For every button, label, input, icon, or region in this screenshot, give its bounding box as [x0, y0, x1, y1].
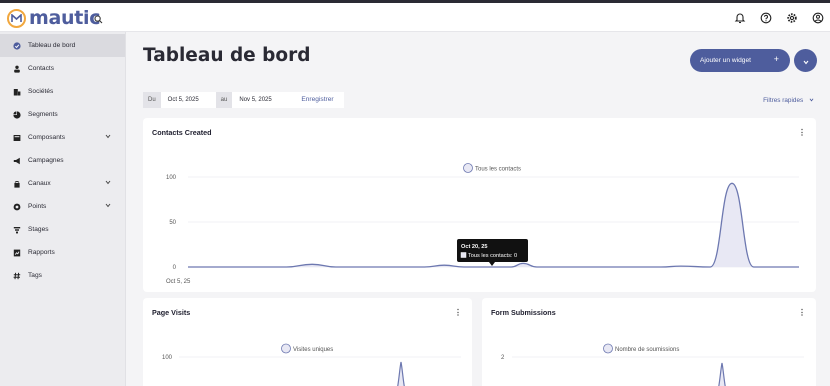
plus-icon: + — [773, 54, 779, 64]
search-icon[interactable] — [94, 11, 103, 29]
sidebar-item-label: Tags — [28, 272, 42, 279]
megaphone-icon — [12, 156, 21, 165]
legend-swatch — [603, 343, 613, 354]
date-range-filter: Du Oct 5, 2025 au Nov 5, 2025 Enregistre… — [143, 92, 344, 108]
legend-label: Visites uniques — [293, 347, 333, 353]
chevron-down-icon — [803, 52, 809, 70]
dashboard-icon — [12, 41, 21, 50]
y-tick-label: 100 — [162, 355, 173, 361]
sidebar: Tableau de bord Contacts Sociétés Segmen… — [0, 32, 126, 386]
y-tick-label: 100 — [166, 175, 177, 181]
sidebar-item-label: Points — [28, 203, 47, 210]
sidebar-item-label: Sociétés — [28, 88, 54, 95]
sidebar-item-label: Composants — [28, 134, 66, 141]
app-name: mautic — [29, 7, 101, 29]
sidebar-item-campaigns[interactable]: Campagnes — [0, 149, 125, 172]
sidebar-item-contacts[interactable]: Contacts — [0, 57, 125, 80]
quick-filters-toggle[interactable]: Filtres rapides — [763, 97, 814, 104]
tooltip-value: Tous les contacts: 0 — [468, 253, 517, 259]
component-icon — [12, 133, 21, 142]
legend-label: Nombre de soumissions — [615, 347, 679, 353]
series-area — [718, 362, 726, 386]
sidebar-item-label: Canaux — [28, 180, 51, 187]
user-icon[interactable] — [810, 10, 826, 26]
chevron-down-icon — [105, 180, 111, 187]
sidebar-item-reports[interactable]: Rapports — [0, 241, 125, 264]
sidebar-item-label: Stages — [28, 226, 49, 233]
sidebar-item-channels[interactable]: Canaux — [0, 172, 125, 195]
date-to-field[interactable]: Nov 5, 2025 — [232, 92, 288, 108]
mautic-logo-icon — [7, 8, 26, 28]
add-widget-dropdown-button[interactable] — [794, 49, 817, 72]
sidebar-item-label: Contacts — [28, 65, 55, 72]
help-icon[interactable] — [758, 10, 774, 26]
add-widget-button[interactable]: Ajouter un widget + — [690, 49, 790, 72]
contacts-created-chart: 0 50 100 Tous les contacts Oct 5, 25 Oct 2… — [166, 163, 799, 285]
chart-tooltip: Oct 20, 25 Tous les contacts: 0 — [457, 239, 528, 266]
chevron-down-icon — [809, 98, 814, 102]
widget-contacts-created: Contacts Created ⋮ 0 50 100 Tous les conta… — [143, 118, 816, 292]
chevron-down-icon — [105, 203, 111, 210]
y-tick-label: 2 — [501, 355, 505, 361]
channel-icon — [12, 179, 21, 188]
person-icon — [12, 64, 21, 73]
sidebar-item-companies[interactable]: Sociétés — [0, 80, 125, 103]
widget-page-visits: Page Visits ⋮ Visites uniques 100 — [143, 298, 472, 386]
date-to-label: au — [215, 92, 233, 108]
add-widget-label: Ajouter un widget — [700, 57, 751, 64]
building-icon — [12, 87, 21, 96]
top-bar: mautic — [0, 0, 830, 32]
sidebar-item-points[interactable]: Points — [0, 195, 125, 218]
series-area — [397, 361, 405, 386]
chart-legend[interactable]: Tous les contacts — [463, 163, 522, 173]
sidebar-item-components[interactable]: Composants — [0, 126, 125, 149]
y-tick-label: 50 — [169, 220, 176, 226]
sidebar-item-label: Segments — [28, 111, 58, 118]
stages-icon — [12, 225, 21, 234]
widget-form-submissions: Form Submissions ⋮ Nombre de soumissions… — [482, 298, 816, 386]
main-content: Tableau de bord Ajouter un widget + Du O… — [127, 32, 830, 386]
date-from-label: Du — [143, 92, 161, 108]
y-tick-label: 0 — [173, 265, 177, 271]
sidebar-item-tags[interactable]: Tags — [0, 264, 125, 287]
form-submissions-chart: Nombre de soumissions 2 — [501, 343, 804, 386]
sidebar-item-label: Rapports — [28, 249, 55, 256]
legend-swatch — [281, 343, 291, 354]
legend-label: Tous les contacts — [475, 166, 521, 172]
pie-icon — [12, 110, 21, 119]
sidebar-item-label: Tableau de bord — [28, 42, 76, 49]
settings-icon[interactable] — [784, 10, 800, 26]
page-visits-chart: Visites uniques 100 — [162, 343, 461, 386]
page-title: Tableau de bord — [143, 45, 311, 66]
legend-swatch — [463, 163, 473, 173]
notifications-icon[interactable] — [732, 10, 748, 26]
save-button[interactable]: Enregistrer — [287, 92, 344, 108]
sidebar-item-segments[interactable]: Segments — [0, 103, 125, 126]
date-from-field[interactable]: Oct 5, 2025 — [160, 92, 216, 108]
points-icon — [12, 202, 21, 211]
x-tick-label: Oct 5, 25 — [166, 279, 191, 285]
sidebar-item-stages[interactable]: Stages — [0, 218, 125, 241]
report-icon — [12, 248, 21, 257]
sidebar-item-label: Campagnes — [28, 157, 64, 164]
tooltip-title: Oct 20, 25 — [461, 244, 487, 250]
chevron-down-icon — [105, 134, 111, 141]
tag-icon — [12, 271, 21, 280]
sidebar-item-dashboard[interactable]: Tableau de bord — [0, 34, 125, 57]
quick-filters-label: Filtres rapides — [763, 97, 804, 104]
mautic-logo[interactable]: mautic — [7, 7, 101, 29]
